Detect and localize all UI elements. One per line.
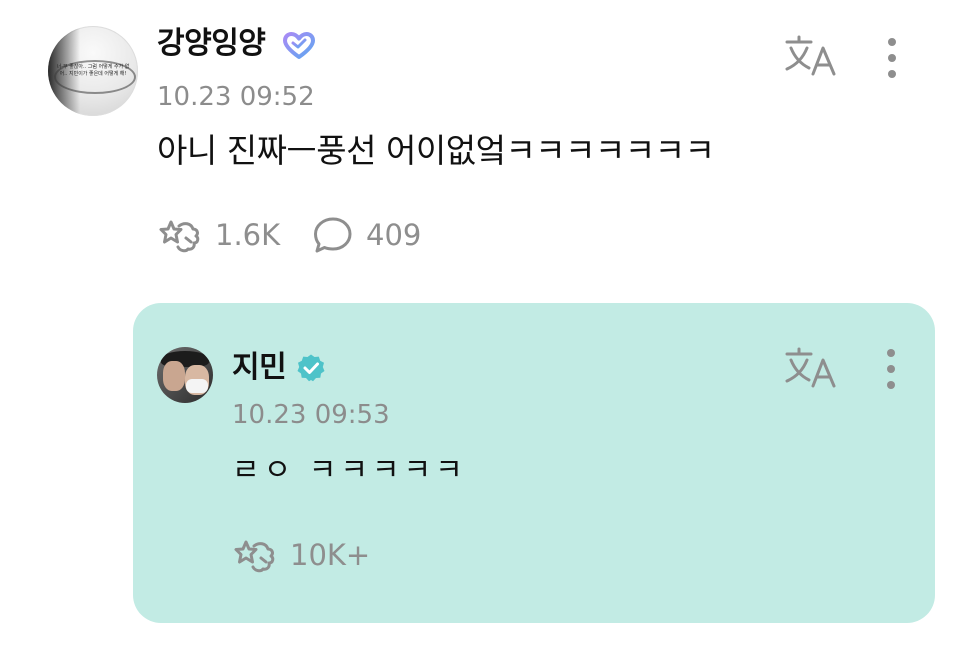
speech-bubble-icon — [314, 217, 352, 253]
reply-timestamp: 10.23 09:53 — [232, 400, 390, 430]
reply-text: ㄹㅇ ㅋㅋㅋㅋㅋ — [232, 453, 467, 488]
like-button[interactable]: 1.6K — [157, 216, 280, 254]
like-count: 1.6K — [215, 218, 281, 252]
more-vertical-icon[interactable] — [880, 36, 904, 80]
avatar-caption: 너-무 좋잖아.. 그럼 어떻게 수가 없어.. 지민이가 좋은데 어떻게 해! — [56, 64, 130, 77]
more-vertical-icon[interactable] — [879, 347, 903, 391]
comment-count: 409 — [366, 218, 422, 252]
reply-like-count: 10K+ — [290, 538, 371, 572]
verified-check-icon — [297, 354, 325, 382]
avatar-mask — [186, 379, 208, 393]
avatar-face — [163, 361, 185, 391]
avatar[interactable]: 너-무 좋잖아.. 그럼 어떻게 수가 없어.. 지민이가 좋은데 어떻게 해! — [48, 26, 138, 116]
star-hand-like-icon — [234, 540, 275, 573]
reply-card: 지민 10.23 09:53 ㄹㅇ ㅋㅋㅋㅋㅋ 10K+ — [133, 303, 935, 623]
timestamp: 10.23 09:52 — [157, 82, 315, 112]
username[interactable]: 강양잉양 — [157, 26, 266, 62]
reply-username[interactable]: 지민 — [232, 350, 287, 386]
heart-badge-icon — [283, 32, 315, 59]
reply-avatar[interactable] — [157, 347, 213, 403]
star-hand-like-icon — [159, 220, 200, 253]
post-text: 아니 진짜ㅡ풍선 어이없엌ㅋㅋㅋㅋㅋㅋㅋ — [157, 131, 715, 170]
translate-icon[interactable] — [783, 346, 839, 390]
reply-like-button[interactable]: 10K+ — [232, 536, 370, 574]
comment-button[interactable]: 409 — [312, 216, 421, 254]
translate-icon[interactable] — [783, 34, 839, 78]
main-post: 너-무 좋잖아.. 그럼 어떻게 수가 없어.. 지민이가 좋은데 어떻게 해!… — [0, 0, 960, 290]
